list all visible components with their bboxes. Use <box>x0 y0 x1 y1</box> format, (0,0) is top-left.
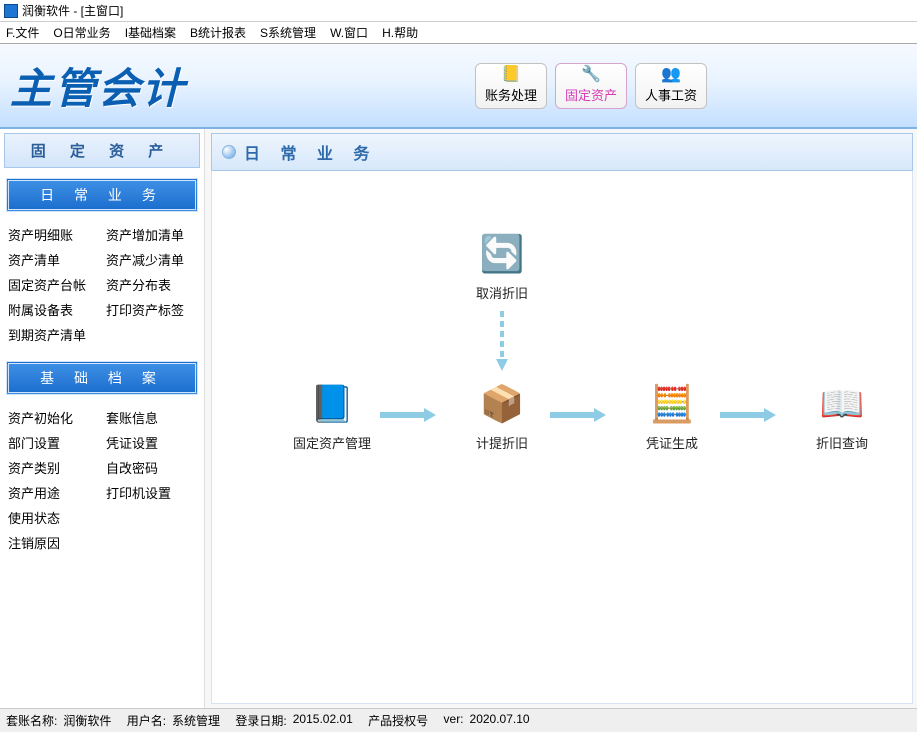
arrow-right-icon <box>550 406 606 427</box>
node-depreciation-query-label: 折旧查询 <box>816 433 868 452</box>
status-book-value: 润衡软件 <box>63 712 111 729</box>
status-book-label: 套账名称: <box>6 712 57 729</box>
sidebar-item-asset-list[interactable]: 资产清单 <box>6 247 100 272</box>
menu-help[interactable]: H.帮助 <box>382 24 418 41</box>
book-icon: 📒 <box>501 67 521 83</box>
node-calc-depreciation[interactable]: 📦 计提折旧 <box>452 381 552 452</box>
sidebar-item-asset-ledger[interactable]: 固定资产台帐 <box>6 272 100 297</box>
asset-icon: 🔧 <box>581 67 601 83</box>
status-ver-label: ver: <box>444 712 464 729</box>
menu-base[interactable]: I基础档案 <box>125 24 176 41</box>
sidebar-item-dept-setup[interactable]: 部门设置 <box>6 430 100 455</box>
fixed-asset-button[interactable]: 🔧 固定资产 <box>555 63 627 109</box>
window-title: 润衡软件 - [主窗口] <box>22 2 123 19</box>
titlebar: 润衡软件 - [主窗口] <box>0 0 917 22</box>
node-cancel-depreciation[interactable]: 🔄 取消折旧 <box>452 231 552 302</box>
sidebar-item-asset-reduce-list[interactable]: 资产减少清单 <box>104 247 198 272</box>
node-calc-depreciation-label: 计提折旧 <box>476 433 528 452</box>
sidebar-item-asset-init[interactable]: 资产初始化 <box>6 405 100 430</box>
sidebar-item-expire-list[interactable]: 到期资产清单 <box>6 322 100 347</box>
accounting-label: 账务处理 <box>485 85 537 104</box>
status-date-value: 2015.02.01 <box>293 712 353 729</box>
node-depreciation-query[interactable]: 📖 折旧查询 <box>792 381 892 452</box>
status-lic-label: 产品授权号 <box>368 712 428 729</box>
app-icon <box>4 4 18 18</box>
sidebar-item-asset-detail[interactable]: 资产明细账 <box>6 222 100 247</box>
app-logo: 主管会计 <box>10 55 186 116</box>
sidebar-item-voucher-setup[interactable]: 凭证设置 <box>104 430 198 455</box>
arrow-down-icon <box>493 311 511 374</box>
sidebar-item-change-pwd[interactable]: 自改密码 <box>104 455 198 480</box>
sidebar-item-printer-setup[interactable]: 打印机设置 <box>104 480 198 505</box>
statusbar: 套账名称: 润衡软件 用户名: 系统管理 登录日期: 2015.02.01 产品… <box>0 708 917 732</box>
main-header: 日 常 业 务 <box>211 133 913 171</box>
status-date-label: 登录日期: <box>235 712 286 729</box>
section-daily-biz[interactable]: 日 常 业 务 <box>6 178 198 212</box>
sidebar: 固 定 资 产 日 常 业 务 资产明细账 资产增加清单 资产清单 资产减少清单… <box>0 129 205 708</box>
menu-report[interactable]: B统计报表 <box>190 24 246 41</box>
open-book-icon: 📖 <box>819 381 865 427</box>
notebook-icon: 📘 <box>309 381 355 427</box>
sidebar-item-asset-usage[interactable]: 资产用途 <box>6 480 100 505</box>
menu-system[interactable]: S系统管理 <box>260 24 316 41</box>
hr-salary-label: 人事工资 <box>645 85 697 104</box>
sidebar-item-asset-add-list[interactable]: 资产增加清单 <box>104 222 198 247</box>
bullet-icon <box>222 145 236 159</box>
sidebar-item-asset-category[interactable]: 资产类别 <box>6 455 100 480</box>
section-base-body: 资产初始化 套账信息 部门设置 凭证设置 资产类别 自改密码 资产用途 打印机设… <box>4 401 200 559</box>
sidebar-item-book-info[interactable]: 套账信息 <box>104 405 198 430</box>
node-asset-management-label: 固定资产管理 <box>293 433 371 452</box>
workflow-canvas: 🔄 取消折旧 📘 固定资产管理 📦 计提折旧 <box>211 171 913 704</box>
menubar: F.文件 O日常业务 I基础档案 B统计报表 S系统管理 W.窗口 H.帮助 <box>0 22 917 44</box>
node-voucher-generate[interactable]: 🧮 凭证生成 <box>622 381 722 452</box>
menu-daily[interactable]: O日常业务 <box>53 24 110 41</box>
status-user-value: 系统管理 <box>172 712 220 729</box>
refresh-doc-icon: 🔄 <box>479 231 525 277</box>
accounting-button[interactable]: 📒 账务处理 <box>475 63 547 109</box>
fixed-asset-label: 固定资产 <box>565 85 617 104</box>
status-user-label: 用户名: <box>127 712 166 729</box>
body: 固 定 资 产 日 常 业 务 资产明细账 资产增加清单 资产清单 资产减少清单… <box>0 129 917 708</box>
node-cancel-depreciation-label: 取消折旧 <box>476 283 528 302</box>
header-buttons: 📒 账务处理 🔧 固定资产 👥 人事工资 <box>475 63 707 109</box>
header: 主管会计 📒 账务处理 🔧 固定资产 👥 人事工资 <box>0 44 917 129</box>
section-daily-body: 资产明细账 资产增加清单 资产清单 资产减少清单 固定资产台帐 资产分布表 附属… <box>4 218 200 351</box>
menu-window[interactable]: W.窗口 <box>330 24 368 41</box>
sidebar-item-cancel-reason[interactable]: 注销原因 <box>6 530 100 555</box>
box-icon: 📦 <box>479 381 525 427</box>
hr-salary-button[interactable]: 👥 人事工资 <box>635 63 707 109</box>
sidebar-item-print-label[interactable]: 打印资产标签 <box>104 297 198 322</box>
status-ver-value: 2020.07.10 <box>470 712 530 729</box>
main-title: 日 常 业 务 <box>244 140 377 164</box>
sidebar-title: 固 定 资 产 <box>4 133 200 168</box>
calculator-icon: 🧮 <box>649 381 695 427</box>
sidebar-item-attach-equip[interactable]: 附属设备表 <box>6 297 100 322</box>
sidebar-item-use-status[interactable]: 使用状态 <box>6 505 100 530</box>
sidebar-item-asset-dist[interactable]: 资产分布表 <box>104 272 198 297</box>
arrow-right-icon <box>720 406 776 427</box>
main: 日 常 业 务 🔄 取消折旧 📘 固定资产管理 📦 计提折旧 <box>205 129 917 708</box>
section-base-data[interactable]: 基 础 档 案 <box>6 361 198 395</box>
people-icon: 👥 <box>661 67 681 83</box>
node-voucher-generate-label: 凭证生成 <box>646 433 698 452</box>
arrow-right-icon <box>380 406 436 427</box>
node-asset-management[interactable]: 📘 固定资产管理 <box>282 381 382 452</box>
menu-file[interactable]: F.文件 <box>6 24 39 41</box>
